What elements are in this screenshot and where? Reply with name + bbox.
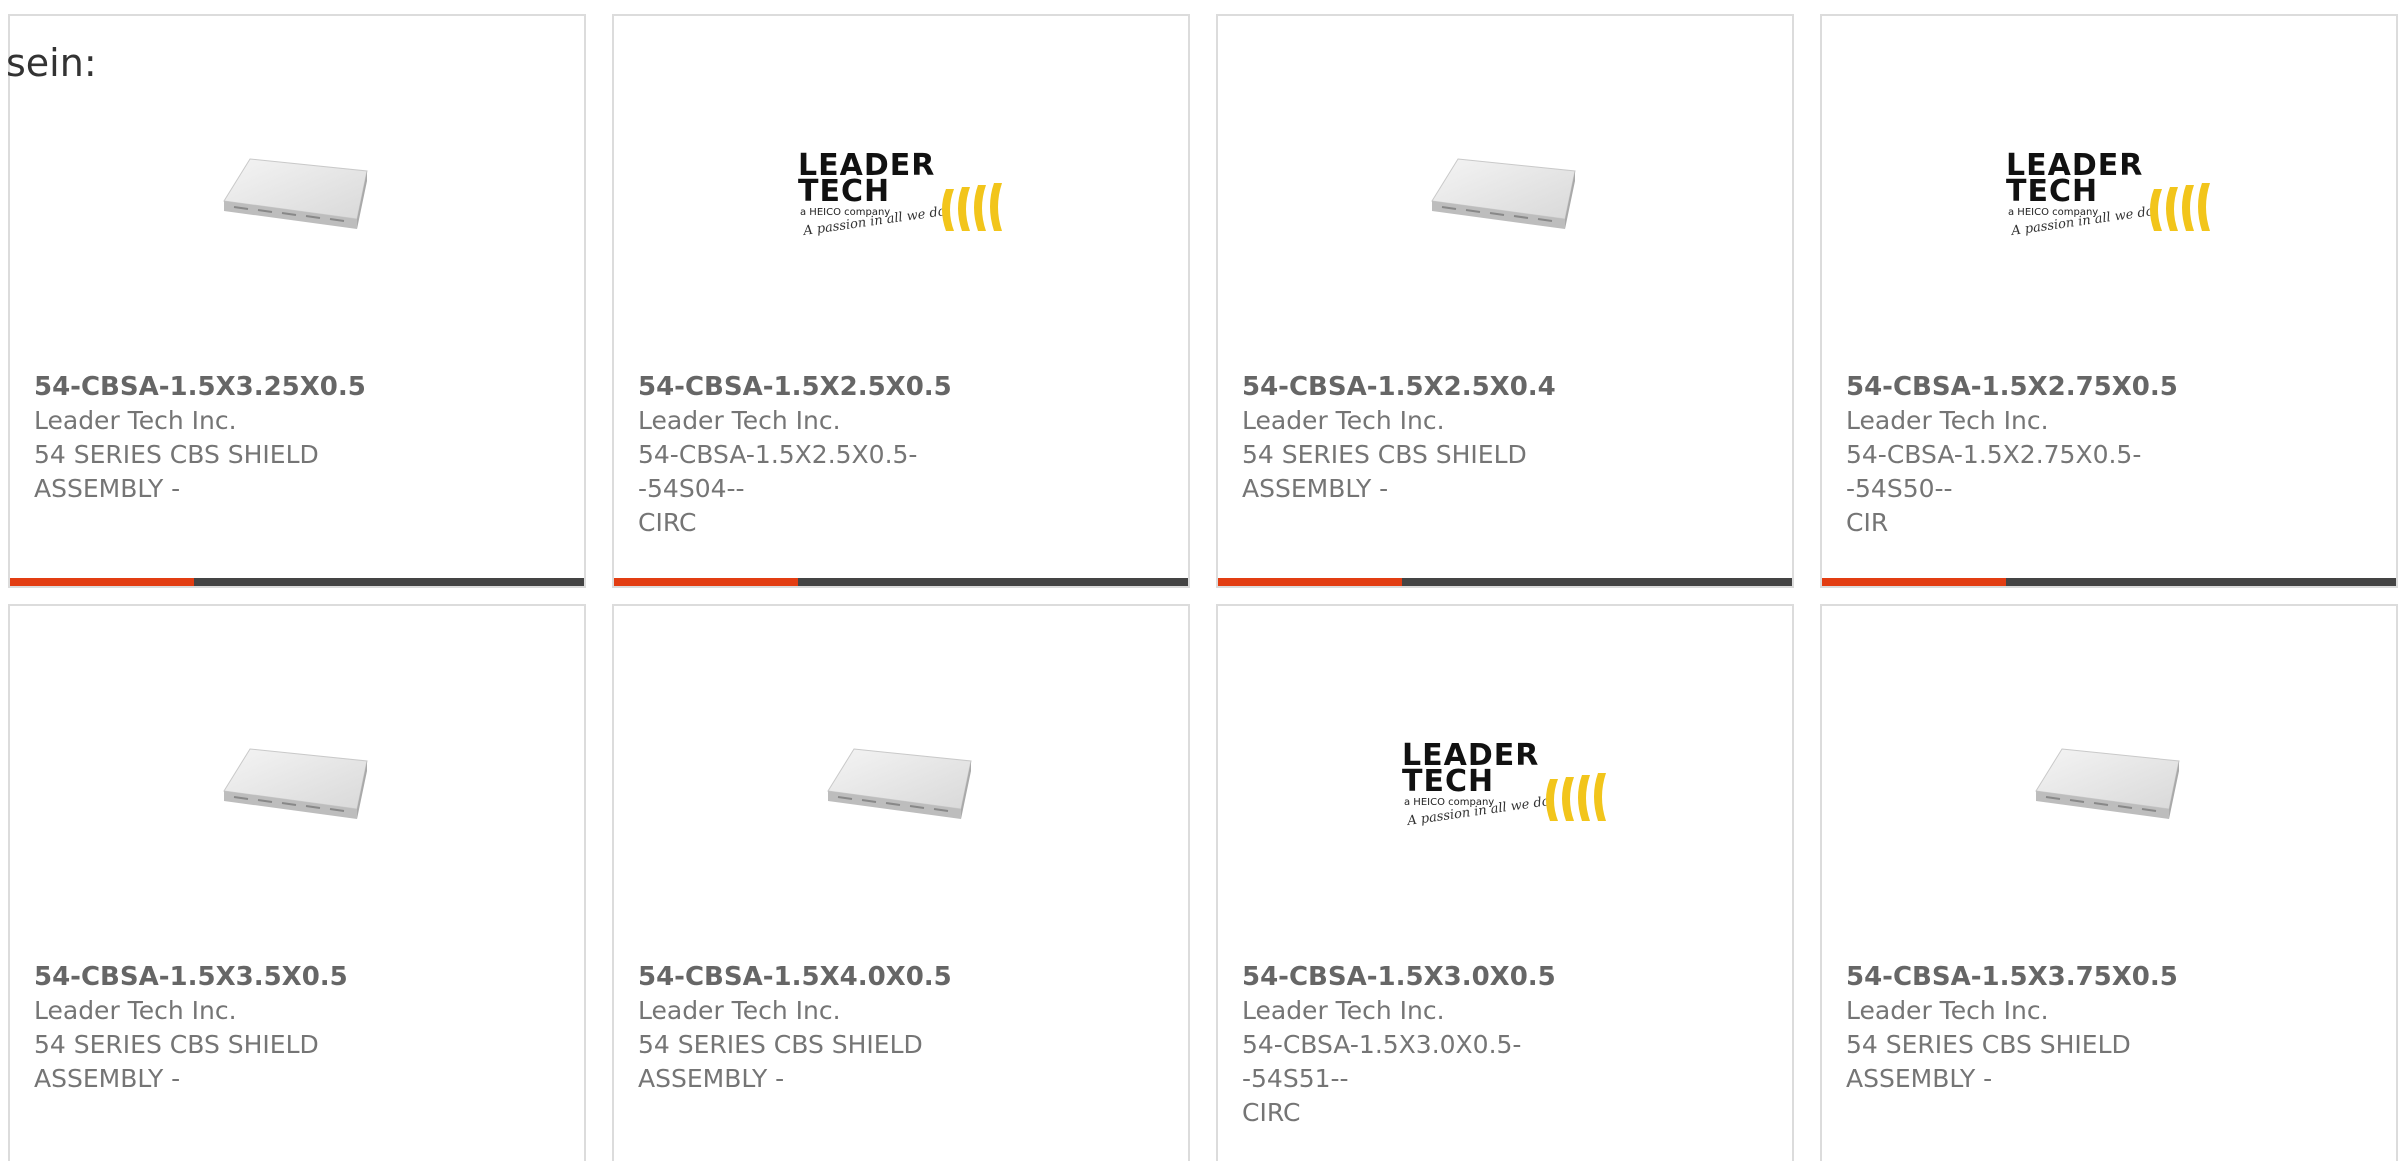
description-line: 54-CBSA-1.5X3.0X0.5--54S51-- (1242, 1030, 1522, 1093)
product-description: 54 SERIES CBS SHIELD ASSEMBLY - (1242, 438, 1572, 506)
product-info: 54-CBSA-1.5X3.25X0.5 Leader Tech Inc. 54… (34, 370, 560, 506)
shield-product-image (10, 124, 584, 274)
product-card[interactable]: 54-CBSA-1.5X4.0X0.5 Leader Tech Inc. 54 … (612, 604, 1190, 1161)
card-bottom-bar (614, 578, 1188, 586)
manufacturer-name: Leader Tech Inc. (34, 406, 237, 435)
card-bottom-bar (1218, 578, 1792, 586)
shield-icon (223, 748, 368, 819)
shield-icon (827, 748, 972, 819)
part-number[interactable]: 54-CBSA-1.5X3.5X0.5 (34, 960, 560, 994)
product-description: 54 SERIES CBS SHIELD ASSEMBLY - (638, 1028, 968, 1096)
product-description: 54-CBSA-1.5X2.5X0.5--54S04-- CIRC (638, 438, 968, 540)
shield-product-image (614, 714, 1188, 864)
leader-tech-logo: LEADERTECHa HEICO companyA passion in al… (614, 124, 1188, 274)
product-description: 54-CBSA-1.5X3.0X0.5--54S51-- CIRC (1242, 1028, 1572, 1130)
description-line: 54-CBSA-1.5X2.5X0.5--54S04-- (638, 440, 918, 503)
svg-text:TECH: TECH (2006, 174, 2098, 209)
product-info: 54-CBSA-1.5X2.5X0.5 Leader Tech Inc. 54-… (638, 370, 1164, 540)
product-info: 54-CBSA-1.5X4.0X0.5 Leader Tech Inc. 54 … (638, 960, 1164, 1096)
description-line: ASSEMBLY - (34, 1064, 181, 1093)
part-number[interactable]: 54-CBSA-1.5X4.0X0.5 (638, 960, 1164, 994)
description-line: 54 SERIES CBS SHIELD (34, 440, 319, 469)
description-line: CIRC (1242, 1098, 1301, 1127)
shield-icon (2035, 748, 2180, 819)
svg-text:TECH: TECH (798, 174, 890, 209)
shield-product-image (10, 714, 584, 864)
description-line: CIRC (638, 508, 697, 537)
product-info: 54-CBSA-1.5X2.5X0.4 Leader Tech Inc. 54 … (1242, 370, 1768, 506)
manufacturer-name: Leader Tech Inc. (1242, 406, 1445, 435)
leader-tech-logo: LEADERTECHa HEICO companyA passion in al… (798, 149, 1002, 239)
shield-icon (1431, 158, 1576, 229)
description-line: 54 SERIES CBS SHIELD (638, 1030, 923, 1059)
manufacturer-name: Leader Tech Inc. (1846, 996, 2049, 1025)
part-number[interactable]: 54-CBSA-1.5X2.75X0.5 (1846, 370, 2372, 404)
product-card[interactable]: 54-CBSA-1.5X3.75X0.5 Leader Tech Inc. 54… (1820, 604, 2398, 1161)
product-card[interactable]: 54-CBSA-1.5X3.5X0.5 Leader Tech Inc. 54 … (8, 604, 586, 1161)
product-description: 54 SERIES CBS SHIELD ASSEMBLY - (34, 1028, 364, 1096)
description-line: ASSEMBLY - (34, 474, 181, 503)
shield-product-image (1218, 124, 1792, 274)
description-line: 54-CBSA-1.5X2.75X0.5--54S50-- (1846, 440, 2142, 503)
card-bar-accent (1822, 578, 2006, 586)
description-line: ASSEMBLY - (1846, 1064, 1993, 1093)
product-info: 54-CBSA-1.5X3.0X0.5 Leader Tech Inc. 54-… (1242, 960, 1768, 1130)
svg-text:TECH: TECH (1402, 764, 1494, 799)
product-card[interactable]: 54-CBSA-1.5X2.5X0.4 Leader Tech Inc. 54 … (1216, 14, 1794, 588)
card-bar-accent (614, 578, 798, 586)
part-number[interactable]: 54-CBSA-1.5X3.0X0.5 (1242, 960, 1768, 994)
card-bottom-bar (1822, 578, 2396, 586)
leader-tech-logo: LEADERTECHa HEICO companyA passion in al… (1402, 739, 1606, 829)
product-card[interactable]: LEADER TECH a HEICO company A passion in al… (612, 14, 1190, 588)
description-line: ASSEMBLY - (638, 1064, 785, 1093)
part-number[interactable]: 54-CBSA-1.5X2.5X0.5 (638, 370, 1164, 404)
product-info: 54-CBSA-1.5X2.75X0.5 Leader Tech Inc. 54… (1846, 370, 2372, 540)
product-description: 54 SERIES CBS SHIELD ASSEMBLY - (1846, 1028, 2176, 1096)
shield-product-image (1822, 714, 2396, 864)
description-line: 54 SERIES CBS SHIELD (1846, 1030, 2131, 1059)
leader-tech-logo: LEADERTECHa HEICO companyA passion in al… (1218, 714, 1792, 864)
manufacturer-name: Leader Tech Inc. (34, 996, 237, 1025)
shield-icon (223, 158, 368, 229)
card-bottom-bar (10, 578, 584, 586)
leader-tech-logo: LEADERTECHa HEICO companyA passion in al… (2006, 149, 2210, 239)
product-card[interactable]: 54-CBSA-1.5X3.25X0.5 Leader Tech Inc. 54… (8, 14, 586, 588)
product-info: 54-CBSA-1.5X3.75X0.5 Leader Tech Inc. 54… (1846, 960, 2372, 1096)
manufacturer-name: Leader Tech Inc. (638, 996, 841, 1025)
part-number[interactable]: 54-CBSA-1.5X3.75X0.5 (1846, 960, 2372, 994)
part-number[interactable]: 54-CBSA-1.5X3.25X0.5 (34, 370, 560, 404)
description-line: 54 SERIES CBS SHIELD (1242, 440, 1527, 469)
card-bar-accent (10, 578, 194, 586)
product-description: 54-CBSA-1.5X2.75X0.5--54S50-- CIR (1846, 438, 2176, 540)
page-heading: sein: (6, 41, 97, 85)
leader-tech-logo: LEADERTECHa HEICO companyA passion in al… (1822, 124, 2396, 274)
manufacturer-name: Leader Tech Inc. (1242, 996, 1445, 1025)
description-line: 54 SERIES CBS SHIELD (34, 1030, 319, 1059)
manufacturer-name: Leader Tech Inc. (1846, 406, 2049, 435)
part-number[interactable]: 54-CBSA-1.5X2.5X0.4 (1242, 370, 1768, 404)
product-description: 54 SERIES CBS SHIELD ASSEMBLY - (34, 438, 364, 506)
product-card[interactable]: LEADER TECH a HEICO company A passion in al… (1820, 14, 2398, 588)
product-card[interactable]: LEADER TECH a HEICO company A passion in al… (1216, 604, 1794, 1161)
card-bar-accent (1218, 578, 1402, 586)
description-line: ASSEMBLY - (1242, 474, 1389, 503)
manufacturer-name: Leader Tech Inc. (638, 406, 841, 435)
description-line: CIR (1846, 508, 1889, 537)
product-info: 54-CBSA-1.5X3.5X0.5 Leader Tech Inc. 54 … (34, 960, 560, 1096)
